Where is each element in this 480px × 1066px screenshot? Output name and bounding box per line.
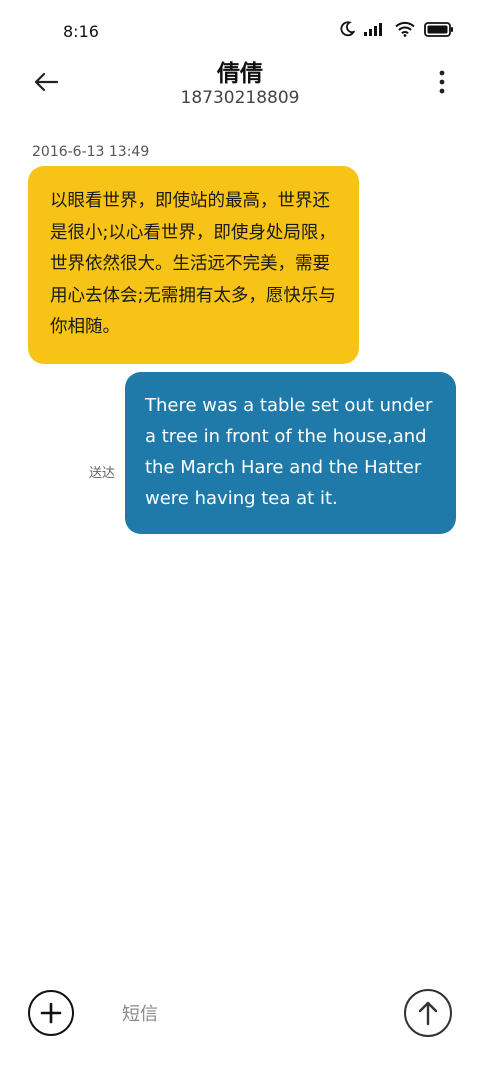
received-message-bubble[interactable]: 以眼看世界，即使站的最高，世界还是很小;以心看世界，即使身处局限，世界依然很大。…: [28, 166, 359, 364]
messaging-screen: 8:16 倩倩 18730218809 2016-6-13 13:49 以眼看世…: [0, 0, 480, 1066]
arrow-up-icon: [418, 1001, 438, 1026]
conversation-header: 倩倩 18730218809: [0, 52, 480, 114]
plus-icon: [40, 1002, 62, 1024]
status-time: 8:16: [63, 22, 99, 41]
signal-icon: [364, 23, 382, 36]
wifi-icon: [395, 21, 415, 37]
status-icons: [339, 21, 454, 37]
more-vertical-icon: [439, 70, 445, 94]
sent-message-bubble[interactable]: There was a table set out under a tree i…: [125, 372, 456, 534]
send-button[interactable]: [404, 989, 452, 1037]
delivery-status: 送达: [89, 466, 116, 481]
add-attachment-button[interactable]: [28, 990, 74, 1036]
message-composer: [0, 980, 480, 1050]
battery-icon: [424, 21, 453, 37]
more-options-button[interactable]: [430, 64, 454, 100]
contact-name: 倩倩: [217, 61, 263, 87]
moon-icon: [340, 21, 355, 37]
contact-number: 18730218809: [180, 88, 300, 108]
message-input[interactable]: [112, 994, 372, 1034]
message-timestamp: 2016-6-13 13:49: [32, 144, 150, 160]
